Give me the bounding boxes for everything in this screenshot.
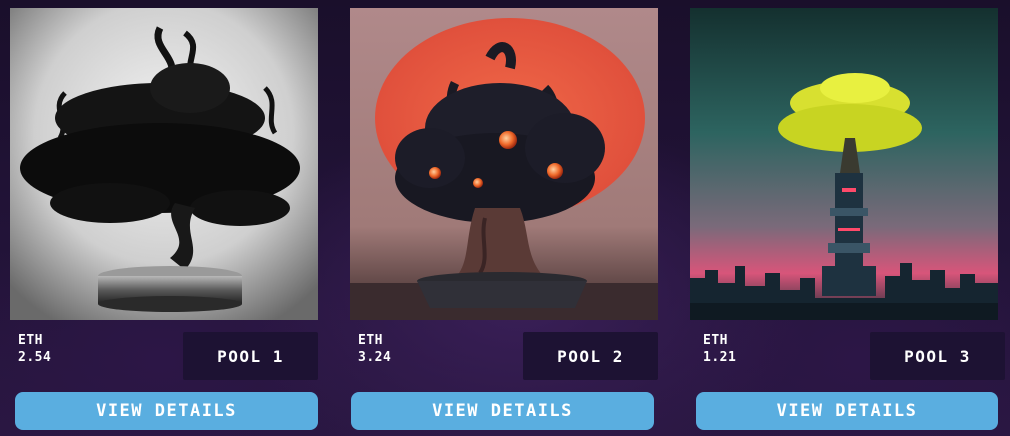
eth-currency-label: ETH xyxy=(358,333,383,348)
eth-currency-label: ETH xyxy=(703,333,728,348)
nft-image-2[interactable] xyxy=(350,8,658,320)
pool-card-2: ETH 3.24 POOL 2 VIEW DETAILS xyxy=(350,0,670,436)
eth-amount: 1.21 xyxy=(703,350,737,365)
eth-value-2: ETH 3.24 xyxy=(358,332,391,366)
view-details-button-2[interactable]: VIEW DETAILS xyxy=(351,392,654,430)
eth-value-1: ETH 2.54 xyxy=(18,332,51,366)
eth-value-3: ETH 1.21 xyxy=(703,332,736,366)
view-details-button-3[interactable]: VIEW DETAILS xyxy=(696,392,998,430)
nft-image-1[interactable] xyxy=(10,8,318,320)
nft-image-3[interactable] xyxy=(690,8,998,320)
eth-amount: 2.54 xyxy=(18,350,52,365)
pool-2-button[interactable]: POOL 2 xyxy=(523,332,658,380)
view-details-button-1[interactable]: VIEW DETAILS xyxy=(15,392,318,430)
eth-currency-label: ETH xyxy=(18,333,43,348)
pool-card-3: ETH 1.21 POOL 3 VIEW DETAILS xyxy=(690,0,1010,436)
pool-3-button[interactable]: POOL 3 xyxy=(870,332,1005,380)
pool-1-button[interactable]: POOL 1 xyxy=(183,332,318,380)
eth-amount: 3.24 xyxy=(358,350,392,365)
pool-card-1: ETH 2.54 POOL 1 VIEW DETAILS xyxy=(10,0,330,436)
